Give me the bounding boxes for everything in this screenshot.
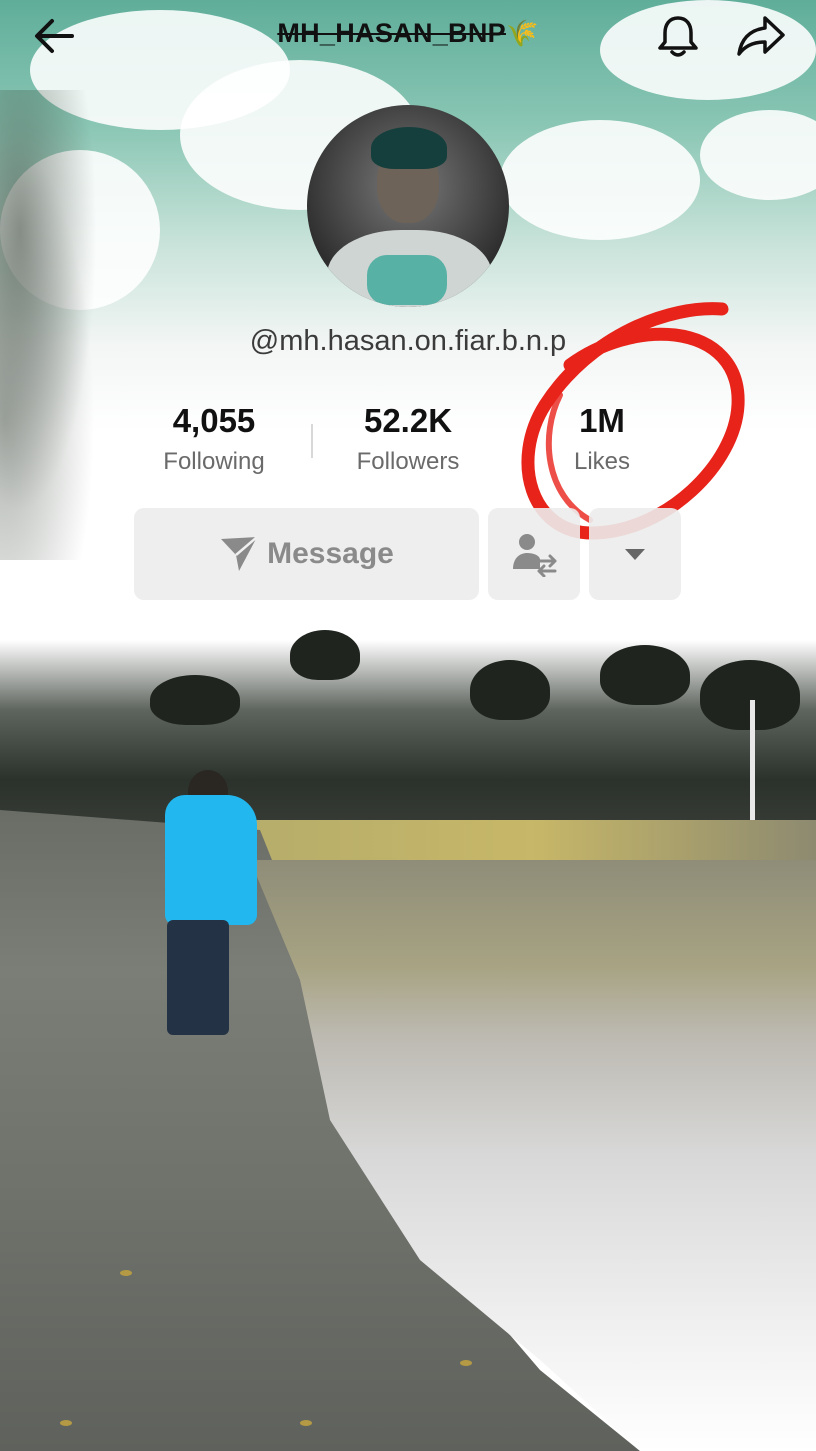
stat-following[interactable]: 4,055 Following (134, 400, 294, 490)
wheat-emoji: 🌾 (505, 18, 539, 48)
stat-followers[interactable]: 52.2K Followers (328, 400, 488, 490)
leaf (60, 1420, 72, 1426)
leaf (460, 1360, 472, 1366)
treeline (0, 640, 816, 840)
send-icon (221, 536, 258, 571)
arrow-left-icon (35, 19, 74, 53)
palm-tree (470, 660, 550, 720)
add-friend-button[interactable] (488, 508, 580, 600)
share-button[interactable] (733, 10, 789, 62)
person-shirt (165, 795, 257, 925)
profile-title-text: MH_HASAN_BNP (277, 18, 506, 48)
likes-count: 1M (579, 402, 625, 439)
bell-icon (658, 16, 698, 57)
user-swap-icon (513, 534, 557, 577)
leaf (120, 1270, 132, 1276)
tree-left (0, 90, 110, 560)
palm-tree (150, 675, 240, 725)
followers-count: 52.2K (363, 402, 453, 439)
stat-likes[interactable]: 1M Likes (522, 400, 682, 490)
following-count: 4,055 (172, 402, 256, 439)
notification-button[interactable] (652, 10, 704, 62)
palm-tree (290, 630, 360, 680)
message-button[interactable]: Message (134, 508, 479, 600)
leaf (300, 1420, 312, 1426)
share-arrow-icon (737, 16, 785, 56)
avatar[interactable] (307, 105, 509, 307)
cloud (500, 120, 700, 240)
following-label: Following (163, 448, 265, 475)
far-bank (250, 820, 816, 860)
palm-tree (600, 645, 690, 705)
likes-label: Likes (573, 448, 631, 475)
stat-divider (311, 424, 313, 458)
pole (750, 700, 755, 830)
username-handle: @mh.hasan.on.fiar.b.n.p (249, 325, 567, 357)
top-bar: MH_HASAN_BNP🌾 (0, 0, 816, 80)
caret-down-icon (625, 549, 645, 560)
person-pants (167, 920, 229, 1035)
profile-title: MH_HASAN_BNP🌾 (150, 18, 666, 54)
followers-label: Followers (356, 448, 460, 475)
message-label: Message (267, 537, 394, 570)
back-button[interactable] (28, 12, 80, 60)
more-options-button[interactable] (589, 508, 681, 600)
avatar-hair (371, 127, 447, 169)
avatar-shirt-stripe (367, 255, 447, 305)
